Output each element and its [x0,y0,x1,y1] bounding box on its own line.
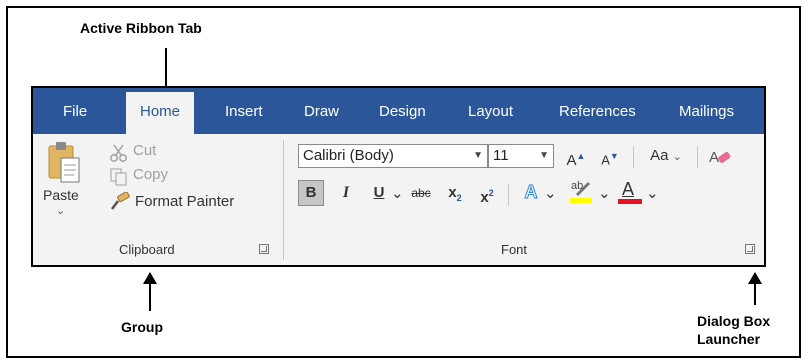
caption-active-ribbon-tab: Active Ribbon Tab [80,20,202,36]
caption-group: Group [121,319,163,335]
format-painter-button[interactable]: Format Painter [109,190,259,214]
chevron-down-icon: ⌄ [672,151,682,163]
change-case-button[interactable]: Aa ⌄ [643,144,689,169]
svg-text:A: A [709,149,719,166]
format-painter-icon [111,192,130,210]
chevron-down-icon[interactable]: ▼ [539,145,549,167]
ribbon-tab-bar: File Home Insert Draw Design Layout Refe… [33,88,764,134]
font-color-button[interactable]: A [617,178,643,206]
strikethrough-button[interactable]: abc [407,181,435,205]
font-divider [697,146,698,168]
shrink-font-label: A [601,152,610,168]
font-divider [508,184,509,206]
tab-insert[interactable]: Insert [225,88,263,134]
font-size-value: 11 [493,147,509,164]
font-divider [633,146,634,168]
subscript-button[interactable]: x2 [443,181,467,210]
subscript-mark: 2 [456,193,462,203]
font-color-label: A [622,179,635,199]
format-painter-label: Format Painter [135,193,235,210]
shrink-font-button[interactable]: A▼ [599,144,621,172]
chevron-down-icon[interactable]: ▼ [473,145,483,167]
group-separator [283,140,284,260]
highlight-button[interactable]: ab [569,178,595,206]
paste-icon [48,142,80,183]
font-name-value: Calibri (Body) [303,147,394,164]
tab-file[interactable]: File [63,88,87,134]
tab-home[interactable]: Home [126,92,195,134]
paste-button[interactable]: Paste ⌄ [43,140,87,230]
superscript-mark: 2 [488,188,494,198]
cut-button[interactable]: Cut [109,142,179,164]
underline-dropdown-icon[interactable]: ⌄ [391,182,404,206]
tab-draw[interactable]: Draw [304,88,339,134]
ribbon: File Home Insert Draw Design Layout Refe… [31,86,766,267]
superscript-label: x [480,189,489,206]
arrow-to-dialog-launcher [748,272,762,305]
ribbon-groups: Paste ⌄ Cut Copy Format Painter Clipboar… [33,134,764,265]
copy-label: Copy [133,166,169,183]
text-effects-button[interactable]: A [519,180,543,204]
font-color-dropdown-icon[interactable]: ⌄ [646,182,659,206]
tab-layout[interactable]: Layout [468,88,513,134]
tab-mailings[interactable]: Mailings [679,88,734,134]
tab-references[interactable]: References [559,88,636,134]
grow-font-button[interactable]: A▲ [565,144,587,173]
scissors-icon [110,144,127,162]
paste-label: Paste [43,187,79,203]
change-case-label: Aa [650,147,669,164]
font-color-swatch [618,199,642,204]
tab-design[interactable]: Design [379,88,426,134]
group-label-clipboard: Clipboard [119,242,175,257]
font-size-combo[interactable]: 11 ▼ [488,144,554,168]
font-dialog-launcher-icon[interactable] [745,244,755,254]
copy-icon [110,168,127,186]
underline-button[interactable]: U [369,181,389,205]
arrow-to-group [143,272,157,311]
subscript-label: x [448,184,457,201]
group-label-font: Font [501,242,528,257]
font-name-combo[interactable]: Calibri (Body) ▼ [298,144,488,168]
bold-button[interactable]: B [298,180,324,206]
paste-dropdown-icon[interactable]: ⌄ [56,204,65,217]
clear-formatting-button[interactable]: A [709,146,733,168]
clear-formatting-icon: A [709,149,731,166]
clipboard-dialog-launcher-icon[interactable] [259,244,269,254]
cut-label: Cut [133,142,157,159]
highlight-dropdown-icon[interactable]: ⌄ [598,182,611,206]
copy-button[interactable]: Copy [109,165,189,187]
highlighter-icon [570,181,592,203]
caption-dialog-box-launcher: Dialog Box Launcher [697,313,771,347]
grow-font-label: A [566,152,577,169]
superscript-button[interactable]: x2 [475,181,499,210]
italic-button[interactable]: I [336,181,356,205]
text-effects-dropdown-icon[interactable]: ⌄ [544,182,557,206]
